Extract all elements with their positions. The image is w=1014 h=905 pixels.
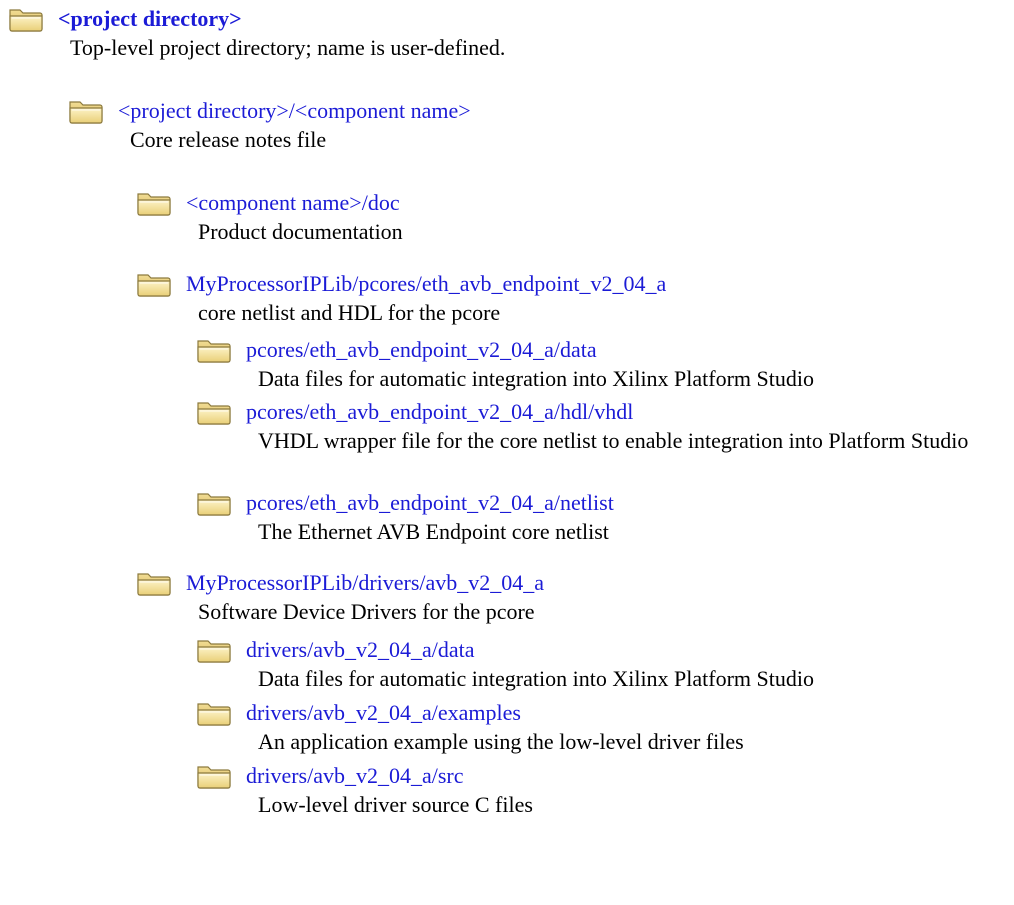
folder-icon — [136, 190, 172, 216]
dir-description: Data files for automatic integration int… — [258, 666, 815, 691]
folder-icon — [196, 700, 232, 726]
folder-icon — [8, 6, 44, 32]
dir-description: The Ethernet AVB Endpoint core netlist — [258, 519, 609, 544]
dir-entry-pcore: MyProcessorIPLib/pcores/eth_avb_endpoint… — [136, 269, 978, 327]
dir-entry-drivers-src: drivers/avb_v2_04_a/src Low-level driver… — [196, 761, 1014, 819]
folder-icon — [196, 763, 232, 789]
dir-link[interactable]: <project directory>/<component name> — [118, 96, 471, 126]
dir-description: Low-level driver source C files — [258, 792, 533, 817]
folder-icon — [136, 271, 172, 297]
dir-description: Data files for automatic integration int… — [258, 366, 815, 391]
dir-link[interactable]: drivers/avb_v2_04_a/examples — [246, 698, 521, 728]
folder-icon — [196, 490, 232, 516]
dir-link[interactable]: drivers/avb_v2_04_a/src — [246, 761, 464, 791]
dir-link[interactable]: <project directory> — [58, 4, 242, 34]
folder-icon — [196, 337, 232, 363]
dir-entry-doc: <component name>/doc Product documentati… — [136, 188, 978, 246]
dir-link[interactable]: MyProcessorIPLib/pcores/eth_avb_endpoint… — [186, 269, 666, 299]
dir-entry-pcore-hdl-vhdl: pcores/eth_avb_endpoint_v2_04_a/hdl/vhdl… — [196, 397, 998, 455]
dir-entry-project: <project directory> Top-level project di… — [8, 4, 970, 62]
dir-entry-drivers-examples: drivers/avb_v2_04_a/examples An applicat… — [196, 698, 1014, 756]
dir-link[interactable]: pcores/eth_avb_endpoint_v2_04_a/netlist — [246, 488, 614, 518]
dir-link[interactable]: pcores/eth_avb_endpoint_v2_04_a/hdl/vhdl — [246, 397, 633, 427]
dir-entry-drivers-data: drivers/avb_v2_04_a/data Data files for … — [196, 635, 1014, 693]
folder-icon — [196, 399, 232, 425]
dir-entry-pcore-netlist: pcores/eth_avb_endpoint_v2_04_a/netlist … — [196, 488, 998, 546]
dir-description: core netlist and HDL for the pcore — [198, 300, 501, 325]
dir-link[interactable]: drivers/avb_v2_04_a/data — [246, 635, 475, 665]
dir-entry-drivers: MyProcessorIPLib/drivers/avb_v2_04_a Sof… — [136, 568, 978, 626]
dir-entry-component: <project directory>/<component name> Cor… — [68, 96, 930, 154]
dir-entry-pcore-data: pcores/eth_avb_endpoint_v2_04_a/data Dat… — [196, 335, 1014, 393]
folder-icon — [196, 637, 232, 663]
dir-description: Software Device Drivers for the pcore — [198, 599, 535, 624]
dir-description: An application example using the low-lev… — [258, 729, 744, 754]
dir-description: Core release notes file — [130, 127, 327, 152]
dir-description: Product documentation — [198, 219, 403, 244]
dir-link[interactable]: <component name>/doc — [186, 188, 400, 218]
dir-link[interactable]: MyProcessorIPLib/drivers/avb_v2_04_a — [186, 568, 544, 598]
dir-link[interactable]: pcores/eth_avb_endpoint_v2_04_a/data — [246, 335, 597, 365]
dir-description: Top-level project directory; name is use… — [70, 35, 506, 60]
folder-icon — [136, 570, 172, 596]
dir-description: VHDL wrapper file for the core netlist t… — [258, 428, 969, 453]
folder-icon — [68, 98, 104, 124]
